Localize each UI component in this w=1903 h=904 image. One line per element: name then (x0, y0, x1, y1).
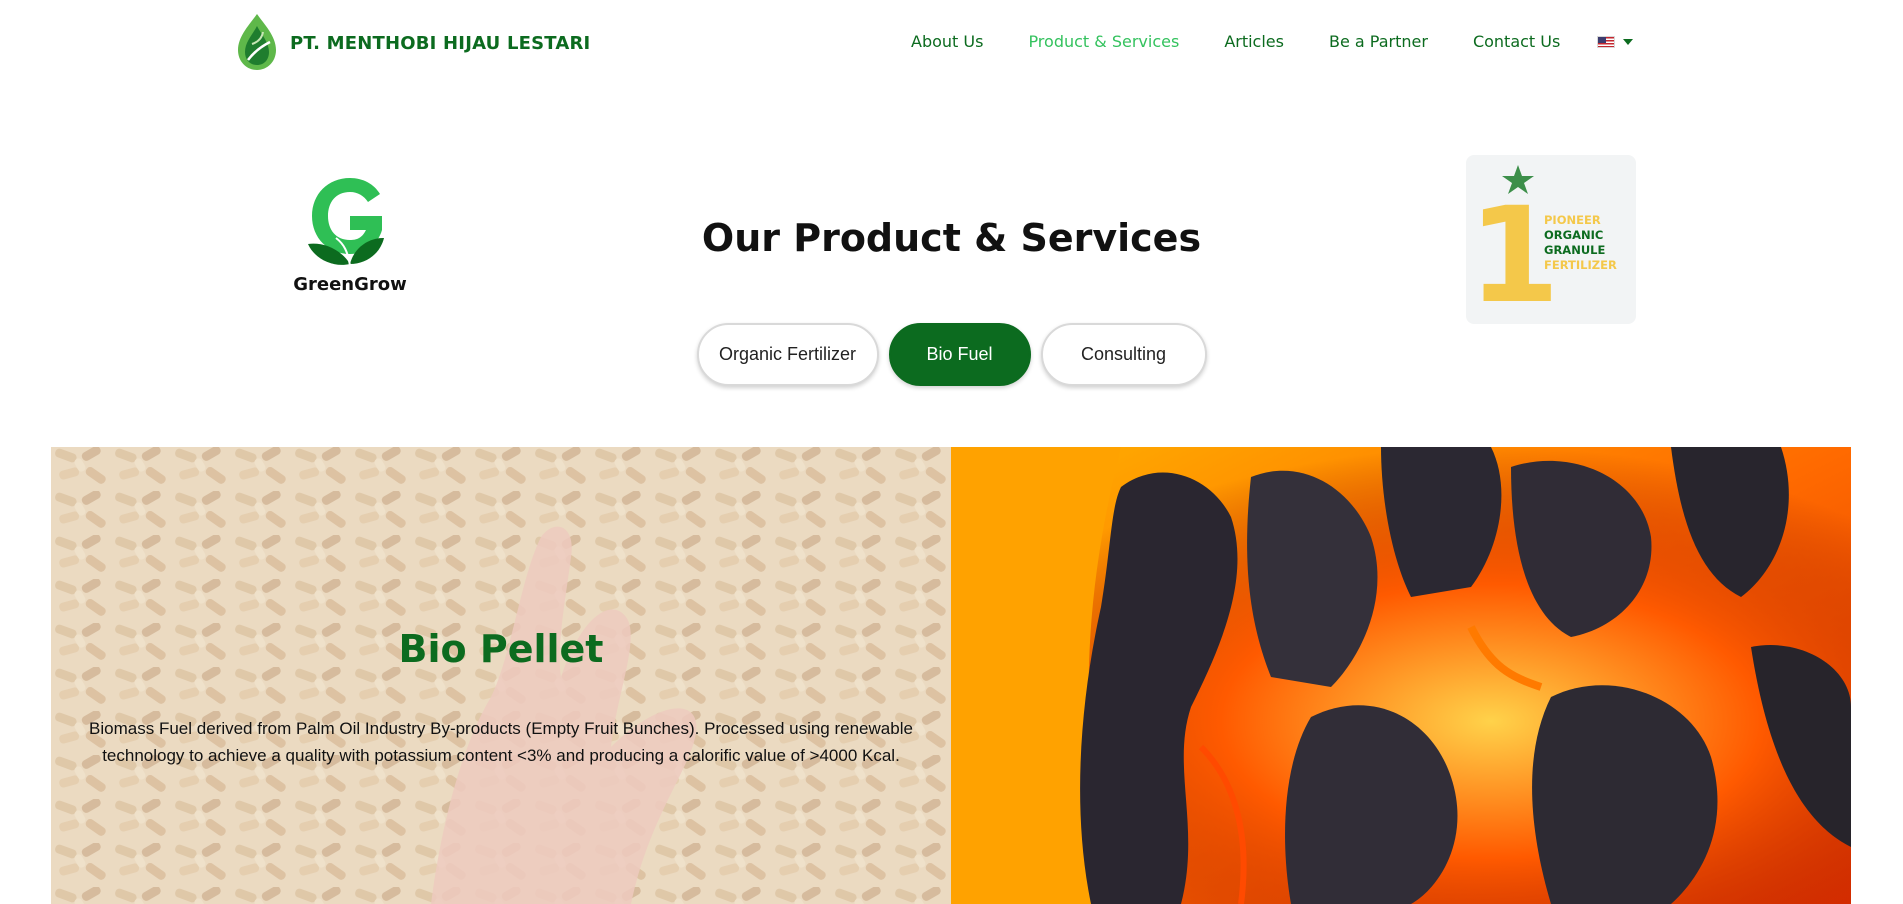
bio-pellet-panel: Bio Pellet Biomass Fuel derived from Pal… (51, 447, 951, 904)
language-selector[interactable] (1597, 35, 1634, 48)
badge-line-granule: GRANULE (1544, 243, 1606, 257)
tab-consulting[interactable]: Consulting (1040, 323, 1207, 386)
leaf-logo-icon (238, 14, 276, 70)
badge-line-organic: ORGANIC (1544, 228, 1604, 242)
nav-be-a-partner[interactable]: Be a Partner (1329, 32, 1428, 51)
burning-charcoal-image (951, 447, 1851, 904)
product-tabs: Organic Fertilizer Bio Fuel Consulting (0, 323, 1903, 386)
fire-image-panel (951, 447, 1851, 904)
brand[interactable]: PT. MENTHOBI HIJAU LESTARI (232, 12, 590, 74)
tab-bio-fuel[interactable]: Bio Fuel (888, 323, 1031, 386)
nav-product-services[interactable]: Product & Services (1028, 32, 1179, 51)
badge-line-fertilizer: FERTILIZER (1544, 258, 1617, 272)
pioneer-badge: 1 PIONEER ORGANIC GRANULE FERTILIZER (1466, 155, 1636, 324)
product-title: Bio Pellet (398, 627, 604, 671)
nav-contact-us[interactable]: Contact Us (1473, 32, 1560, 51)
badge-line-pioneer: PIONEER (1544, 213, 1601, 227)
chevron-down-icon (1623, 38, 1634, 45)
page: PT. MENTHOBI HIJAU LESTARI About Us Prod… (0, 0, 1903, 904)
badge-text: PIONEER ORGANIC GRANULE FERTILIZER (1544, 213, 1617, 273)
pellets-image (51, 447, 951, 904)
us-flag-icon (1597, 35, 1616, 48)
site-header: PT. MENTHOBI HIJAU LESTARI About Us Prod… (0, 0, 1903, 86)
greengrow-logo-text: GreenGrow (293, 274, 407, 295)
product-description: Biomass Fuel derived from Palm Oil Indus… (89, 719, 913, 765)
company-name: PT. MENTHOBI HIJAU LESTARI (290, 32, 591, 54)
main-nav: About Us Product & Services Articles Be … (911, 32, 1634, 51)
nav-articles[interactable]: Articles (1224, 32, 1284, 51)
tab-organic-fertilizer[interactable]: Organic Fertilizer (696, 323, 879, 386)
nav-about-us[interactable]: About Us (911, 32, 983, 51)
